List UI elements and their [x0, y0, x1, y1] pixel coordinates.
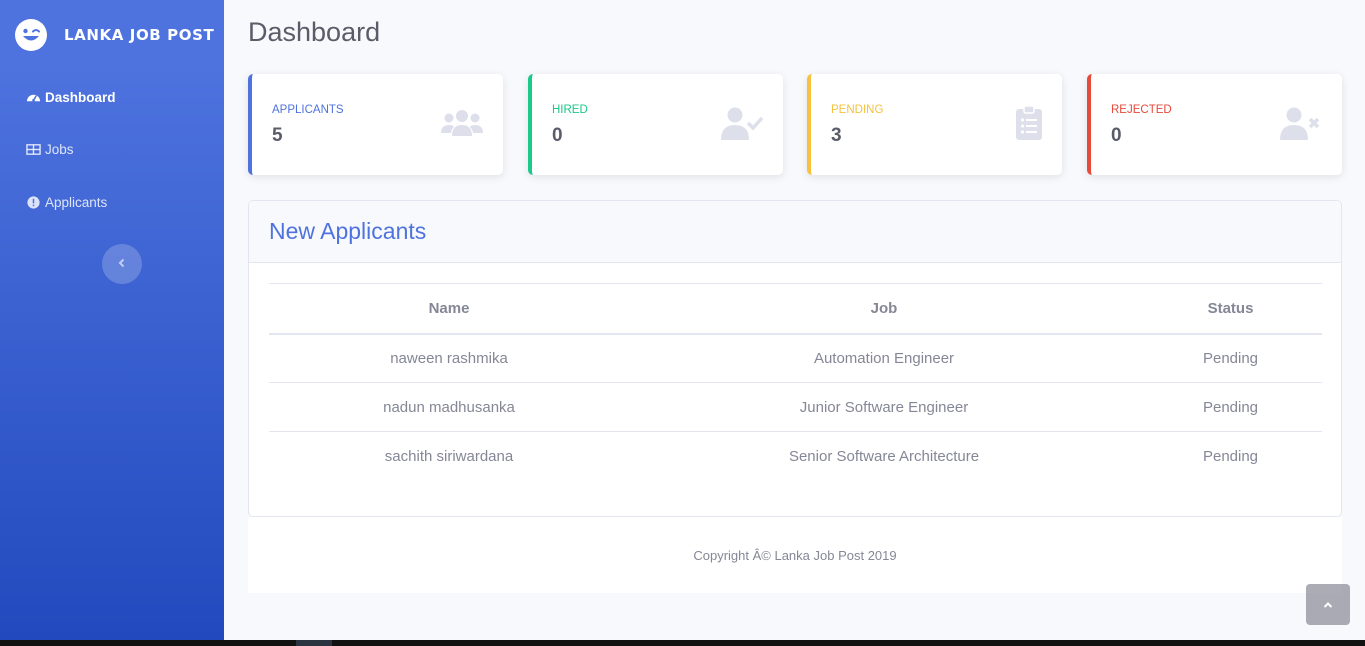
applicants-table: Name Job Status naween rashmika Automati…: [269, 283, 1322, 481]
hired-card: HIRED 0: [528, 74, 783, 175]
card-value: 3: [831, 125, 842, 146]
panel-title: New Applicants: [269, 218, 427, 244]
rejected-card: REJECTED 0: [1087, 74, 1342, 175]
card-value: 0: [552, 125, 563, 146]
card-label: APPLICANTS: [272, 104, 344, 116]
card-label: PENDING: [831, 104, 884, 116]
users-icon: [441, 106, 483, 145]
applicant-status: Pending: [1139, 333, 1322, 383]
sidebar: LANKA JOB POST Dashboard Jobs Applicants: [0, 0, 224, 640]
sidebar-item-label: Applicants: [45, 194, 108, 210]
info-circle-icon: [26, 195, 41, 210]
table-row[interactable]: sachith siriwardana Senior Software Arch…: [269, 432, 1322, 481]
column-header-name[interactable]: Name: [269, 283, 629, 335]
applicant-job: Junior Software Engineer: [629, 382, 1139, 432]
applicant-status: Pending: [1139, 382, 1322, 432]
scroll-to-top-button[interactable]: [1306, 584, 1350, 625]
applicant-job: Automation Engineer: [629, 333, 1139, 383]
angle-up-icon: [1323, 596, 1333, 614]
page-title: Dashboard: [248, 17, 381, 47]
table-row[interactable]: nadun madhusanka Junior Software Enginee…: [269, 382, 1322, 432]
applicant-job: Senior Software Architecture: [788, 447, 980, 465]
sidebar-item-jobs[interactable]: Jobs: [0, 139, 224, 159]
user-times-icon: [1280, 106, 1322, 145]
tachometer-icon: [26, 90, 41, 105]
user-check-icon: [721, 106, 764, 145]
sidebar-toggle-button[interactable]: [102, 244, 142, 284]
clipboard-list-icon: [1016, 105, 1042, 145]
card-value: 0: [1111, 125, 1122, 146]
table-icon: [26, 142, 41, 157]
table-header-row: Name Job Status: [269, 283, 1322, 335]
table-row[interactable]: naween rashmika Automation Engineer Pend…: [269, 333, 1322, 383]
sidebar-item-applicants[interactable]: Applicants: [0, 192, 224, 212]
column-header-status[interactable]: Status: [1139, 283, 1322, 335]
applicant-name: nadun madhusanka: [269, 382, 629, 432]
laugh-wink-icon: [15, 19, 47, 51]
brand-link[interactable]: LANKA JOB POST: [0, 0, 224, 70]
taskbar-item[interactable]: [296, 640, 332, 646]
footer: Copyright Â© Lanka Job Post 2019: [248, 517, 1342, 593]
brand-title: LANKA JOB POST: [64, 26, 215, 44]
column-header-job[interactable]: Job: [629, 283, 1139, 335]
sidebar-item-dashboard[interactable]: Dashboard: [0, 87, 224, 107]
panel-header: New Applicants: [249, 201, 1341, 263]
new-applicants-panel: New Applicants Name Job Status naween ra…: [248, 200, 1342, 517]
card-label: REJECTED: [1111, 104, 1172, 116]
sidebar-item-label: Jobs: [45, 141, 74, 157]
copyright-text: Copyright Â© Lanka Job Post 2019: [693, 547, 897, 563]
applicant-name: naween rashmika: [269, 333, 629, 383]
chevron-left-icon: [117, 255, 127, 273]
applicant-name: sachith siriwardana: [384, 447, 514, 465]
pending-card: PENDING 3: [807, 74, 1062, 175]
os-taskbar: [0, 640, 1365, 646]
card-value: 5: [272, 125, 283, 146]
sidebar-item-label: Dashboard: [45, 89, 116, 105]
applicant-status: Pending: [1202, 447, 1259, 465]
applicants-card: APPLICANTS 5: [248, 74, 503, 175]
card-label: HIRED: [552, 104, 588, 116]
